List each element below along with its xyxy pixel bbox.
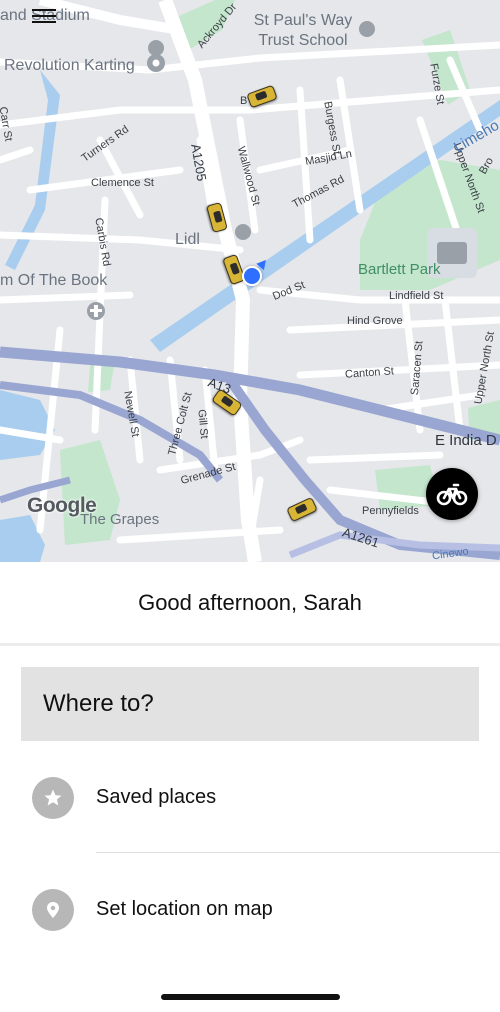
- where-to-search-button[interactable]: Where to?: [21, 667, 479, 741]
- bicycle-icon: [436, 483, 468, 506]
- list-divider: [96, 852, 500, 853]
- star-icon: [44, 789, 62, 806]
- map-label-revolution-karting: Revolution Karting: [4, 57, 135, 74]
- set-location-on-map-label: Set location on map: [96, 898, 273, 920]
- saved-places-row[interactable]: Saved places: [0, 758, 500, 840]
- saved-places-icon-circle: [32, 777, 74, 819]
- map-label-pennyfields: Pennyfields: [362, 505, 419, 517]
- bottom-sheet: Good afternoon, Sarah Where to? Saved pl…: [0, 562, 500, 1012]
- greeting-text: Good afternoon, Sarah: [138, 590, 362, 615]
- hamburger-menu-icon[interactable]: [32, 9, 56, 29]
- where-to-label: Where to?: [43, 690, 154, 717]
- home-indicator[interactable]: [161, 994, 340, 1000]
- divider: [0, 643, 500, 646]
- map-pin-icon: [47, 902, 59, 918]
- map-label-lindfield-st: Lindfield St: [389, 290, 444, 302]
- set-location-icon-circle: [32, 889, 74, 931]
- map-label-hind-grove: Hind Grove: [347, 315, 403, 327]
- google-logo: Google: [27, 494, 97, 517]
- saved-places-label: Saved places: [96, 786, 217, 808]
- map-label-book: m Of The Book: [0, 272, 108, 289]
- app-screen: and Stadium Revolution Karting St Paul's…: [0, 0, 500, 1012]
- map-label-lidl: Lidl: [175, 231, 200, 248]
- map-label-clemence-st: Clemence St: [91, 177, 154, 189]
- map-label-e-india-d: E India D: [435, 432, 497, 449]
- map-label-st-pauls-way-school: St Paul's Way Trust School: [253, 12, 353, 49]
- map-view[interactable]: and Stadium Revolution Karting St Paul's…: [0, 0, 500, 562]
- set-location-on-map-row[interactable]: Set location on map: [0, 870, 500, 952]
- bike-mode-button[interactable]: [426, 468, 478, 520]
- current-location-marker: [242, 266, 262, 286]
- map-label-bartlett-park: Bartlett Park: [358, 261, 441, 278]
- map-label-gill-st: Gill St: [195, 408, 210, 440]
